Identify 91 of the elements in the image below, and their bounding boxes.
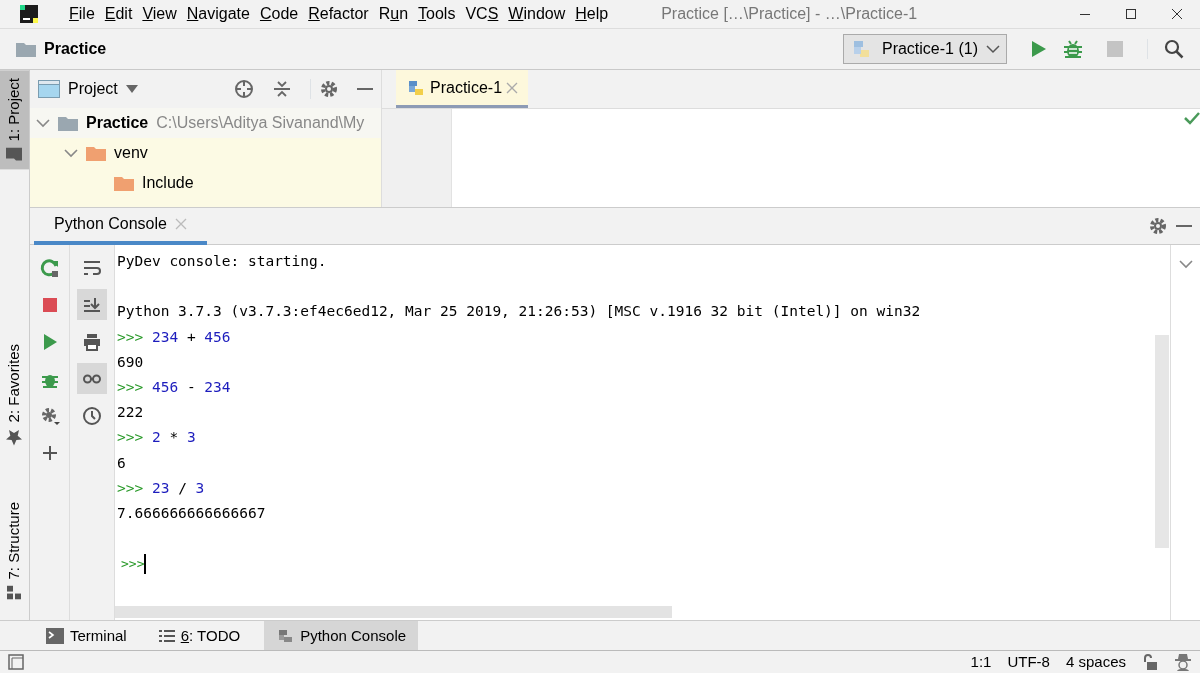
horizontal-scrollbar[interactable]	[115, 606, 672, 618]
search-button[interactable]	[1147, 39, 1184, 59]
maximize-icon	[1123, 6, 1139, 22]
chevron-down-icon	[986, 44, 1000, 54]
tool-window-tab[interactable]: 7: Structure	[0, 494, 29, 608]
console-output-line: PyDev console: starting.	[117, 252, 328, 271]
console-output-line: 690	[117, 352, 145, 372]
show-variables-button[interactable]	[77, 363, 107, 394]
project-view-dropdown[interactable]: Project	[38, 77, 138, 101]
folder-icon	[114, 175, 134, 191]
folder-icon	[58, 115, 78, 131]
caret-icon	[125, 85, 138, 93]
locate-button[interactable]	[234, 79, 254, 99]
checkmark-icon	[1184, 111, 1200, 125]
close-icon	[1169, 6, 1185, 22]
menu-item[interactable]: Code	[254, 0, 304, 28]
python-icon	[276, 628, 295, 644]
close-icon	[174, 218, 187, 230]
minimize-icon	[1080, 13, 1090, 15]
menu-item[interactable]: VCS	[460, 0, 504, 28]
menu-item[interactable]: Window	[503, 0, 571, 28]
console-output-line: Python 3.7.3 (v3.7.3:ef4ec6ed12, Mar 25 2019, 21:26:53) [MSC v.1916 32 bit (Intel)] on win32	[117, 302, 922, 322]
cursor-position[interactable]: 1:1	[970, 650, 992, 673]
folder-path: C:\Users\Aditya Sivanand\My	[156, 113, 365, 133]
run-configuration-dropdown[interactable]: Practice-1 (1)	[842, 34, 1007, 64]
search-icon	[1164, 39, 1184, 59]
menu-item[interactable]: View	[137, 0, 182, 28]
tool-window-tab[interactable]: Python Console	[264, 621, 419, 651]
window-icon	[38, 80, 60, 98]
tree-item[interactable]: Practice C:\Users\Aditya Sivanand\My	[30, 108, 381, 138]
star-icon	[5, 428, 24, 447]
minimize-icon	[357, 88, 373, 90]
menu-item[interactable]: Tools	[413, 0, 461, 28]
breadcrumb-item[interactable]: Practice	[44, 37, 107, 61]
console-output-line: 222	[117, 403, 145, 423]
window-icon	[8, 654, 24, 670]
stop-icon	[1107, 41, 1123, 57]
window-title: Practice […\Practice] - …\Practice-1	[661, 4, 918, 24]
app-logo-icon	[20, 5, 38, 23]
menu-item[interactable]: Run	[373, 0, 414, 28]
play-icon	[1031, 40, 1047, 58]
folder-icon	[6, 147, 23, 162]
text-cursor	[144, 554, 147, 575]
settings-button[interactable]	[310, 79, 339, 99]
bug-icon	[1063, 39, 1083, 59]
close-icon	[506, 81, 519, 94]
tree-item[interactable]: Include	[30, 168, 381, 198]
terminal-icon	[46, 628, 64, 644]
structure-icon	[7, 586, 22, 600]
console-input-line: >>> 23 / 3	[117, 478, 206, 498]
tool-window-tab[interactable]: 1: Project	[0, 70, 29, 170]
console-prompt: >>>	[121, 556, 145, 572]
scroll-to-end-button[interactable]	[77, 289, 107, 320]
clock-icon	[82, 405, 102, 426]
tool-window-tab[interactable]: 6: TODO	[146, 621, 253, 651]
console-input-line: >>> 2 * 3	[117, 428, 197, 448]
console-input-line: >>> 456 - 234	[117, 378, 232, 397]
tree-item[interactable]: venv	[30, 138, 381, 168]
menu-item[interactable]: File	[64, 0, 100, 28]
settings-button[interactable]	[1148, 216, 1168, 236]
folder-icon	[86, 145, 106, 161]
settings-icon	[1148, 216, 1168, 236]
unlock-icon	[1142, 654, 1158, 670]
menu-item[interactable]: Edit	[99, 0, 138, 28]
crosshair-icon	[234, 79, 254, 99]
menu-item[interactable]: Navigate	[181, 0, 255, 28]
run-button[interactable]	[1031, 40, 1047, 58]
menu-item[interactable]: Refactor	[303, 0, 374, 28]
minimize-icon	[1176, 225, 1192, 227]
printer-icon	[82, 331, 102, 352]
console-input-line: >>> 234 + 456	[117, 327, 232, 347]
vertical-scrollbar[interactable]	[1155, 335, 1169, 548]
file-encoding[interactable]: UTF-8	[1007, 650, 1050, 673]
indent-setting[interactable]: 4 spaces	[1065, 650, 1126, 673]
read-only-toggle[interactable]	[1142, 654, 1158, 670]
collapse-all-button[interactable]	[272, 79, 292, 99]
tool-window-tab[interactable]: Terminal	[34, 621, 139, 651]
console-output-line: 6	[117, 453, 127, 473]
editor-tab[interactable]: Practice-1	[396, 70, 529, 108]
gear-dropdown-icon	[39, 405, 60, 426]
settings-icon	[319, 79, 339, 99]
tool-window-tab[interactable]: 2: Favorites	[0, 336, 29, 455]
folder-icon	[16, 41, 36, 57]
chevron-down-icon	[1178, 259, 1193, 269]
list-icon	[158, 629, 175, 643]
collapse-icon	[272, 79, 292, 99]
debug-button[interactable]	[1063, 39, 1083, 59]
menu-item[interactable]: Help	[570, 0, 614, 28]
tool-windows-toggle[interactable]	[8, 654, 24, 670]
console-output-line: 7.666666666666667	[117, 504, 267, 524]
rerun-icon	[39, 257, 60, 278]
